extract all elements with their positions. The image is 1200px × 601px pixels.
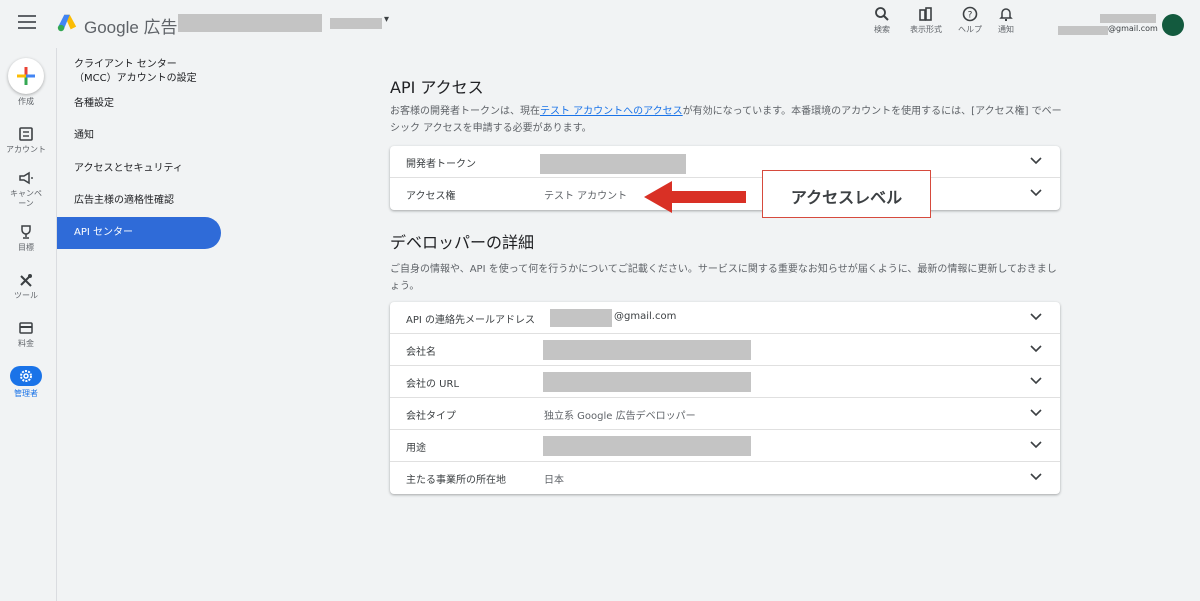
rail-item-tools[interactable]: ツール bbox=[0, 272, 52, 301]
help-icon: ? bbox=[962, 6, 978, 22]
developer-details-description: ご自身の情報や、API を使って何を行うかについてご記載ください。サービスに関す… bbox=[390, 264, 1057, 292]
sidebar-item-preferences[interactable]: 各種設定 bbox=[57, 97, 221, 111]
sidebar-item-access-security[interactable]: アクセスとセキュリティ bbox=[57, 162, 221, 176]
rail-item-account[interactable]: アカウント bbox=[0, 126, 52, 155]
google-ads-logo bbox=[57, 14, 77, 32]
billing-icon bbox=[19, 322, 33, 334]
tools-icon bbox=[20, 274, 32, 287]
svg-text:?: ? bbox=[968, 11, 973, 21]
megaphone-icon bbox=[19, 171, 33, 185]
developer-details-title: デベロッパーの詳細 bbox=[390, 233, 535, 252]
developer-token-label: 開発者トークン bbox=[406, 159, 476, 170]
chevron-down-icon[interactable] bbox=[1030, 189, 1042, 197]
create-label: 作成 bbox=[18, 97, 34, 106]
account-dropdown-icon[interactable]: ▾ bbox=[384, 14, 389, 25]
developer-token-row[interactable]: 開発者トークン bbox=[390, 146, 1060, 178]
rail-item-label: アカウント bbox=[6, 145, 46, 154]
appearance-icon bbox=[919, 7, 932, 21]
rail-item-label: ツール bbox=[14, 291, 38, 300]
user-email-suffix: @gmail.com bbox=[1108, 24, 1158, 33]
company-type-label: 会社タイプ bbox=[406, 411, 456, 422]
access-level-label: アクセス権 bbox=[406, 191, 456, 202]
create-button[interactable] bbox=[8, 58, 44, 94]
access-level-value: テスト アカウント bbox=[544, 191, 628, 202]
user-email-redacted bbox=[1058, 26, 1108, 35]
sidebar-item-api-center[interactable]: API センター bbox=[57, 217, 221, 249]
company-type-value: 独立系 Google 広告デベロッパー bbox=[544, 411, 696, 422]
chevron-down-icon[interactable] bbox=[1030, 345, 1042, 353]
avatar[interactable] bbox=[1162, 14, 1184, 36]
rail-item-label: 目標 bbox=[18, 243, 34, 252]
trophy-icon bbox=[21, 225, 31, 239]
annotation-arrow bbox=[644, 181, 746, 213]
company-name-row[interactable]: 会社名 bbox=[390, 334, 1060, 366]
account-icon bbox=[19, 127, 33, 141]
notifications-button[interactable]: 通知 bbox=[984, 6, 1028, 35]
company-url-row[interactable]: 会社の URL bbox=[390, 366, 1060, 398]
desc-text: お客様の開発者トークンは、現在 bbox=[390, 106, 540, 117]
account-name-redacted[interactable] bbox=[178, 14, 322, 32]
email-local-redacted bbox=[550, 309, 612, 327]
chevron-down-icon[interactable] bbox=[1030, 157, 1042, 165]
developer-token-redacted bbox=[540, 154, 686, 174]
account-id-redacted[interactable] bbox=[330, 18, 382, 29]
sidebar-item-notifications[interactable]: 通知 bbox=[57, 129, 221, 143]
chevron-down-icon[interactable] bbox=[1030, 441, 1042, 449]
search-button[interactable]: 検索 bbox=[860, 6, 904, 35]
usage-label: 用途 bbox=[406, 443, 426, 454]
left-rail: 作成 アカウント キャンペーン 目標 ツール 料金 管理者 bbox=[0, 48, 52, 601]
company-name-label: 会社名 bbox=[406, 347, 436, 358]
search-label: 検索 bbox=[874, 25, 890, 34]
api-access-title: API アクセス bbox=[390, 78, 484, 97]
chevron-down-icon[interactable] bbox=[1030, 313, 1042, 321]
annotation-text: アクセスレベル bbox=[790, 188, 903, 207]
api-contact-email-value: @gmail.com bbox=[614, 311, 677, 322]
chevron-down-icon[interactable] bbox=[1030, 409, 1042, 417]
brand-title: Google 広告 bbox=[84, 18, 178, 37]
chevron-down-icon[interactable] bbox=[1030, 473, 1042, 481]
company-url-label: 会社の URL bbox=[406, 379, 460, 390]
bell-icon bbox=[999, 8, 1013, 21]
search-icon bbox=[875, 7, 889, 21]
company-type-row[interactable]: 会社タイプ 独立系 Google 広告デベロッパー bbox=[390, 398, 1060, 430]
chevron-down-icon[interactable] bbox=[1030, 377, 1042, 385]
business-location-label: 主たる事業所の所在地 bbox=[406, 475, 506, 486]
business-location-row[interactable]: 主たる事業所の所在地 日本 bbox=[390, 462, 1060, 494]
gear-icon bbox=[20, 370, 32, 382]
api-access-description: お客様の開発者トークンは、現在テスト アカウントへのアクセスが有効になっています… bbox=[390, 103, 1062, 137]
annotation-callout: アクセスレベル bbox=[762, 170, 931, 218]
company-name-redacted bbox=[543, 340, 751, 360]
rail-item-billing[interactable]: 料金 bbox=[0, 320, 52, 349]
rail-item-label: 料金 bbox=[18, 339, 34, 348]
api-contact-email-label: API の連絡先メールアドレス bbox=[406, 315, 535, 326]
api-contact-email-row[interactable]: API の連絡先メールアドレス @gmail.com bbox=[390, 302, 1060, 334]
rail-item-label: キャンペーン bbox=[10, 189, 42, 208]
appearance-button[interactable]: 表示形式 bbox=[904, 6, 948, 35]
usage-redacted bbox=[543, 436, 751, 456]
developer-details-card: API の連絡先メールアドレス @gmail.com 会社名 会社の URL 会… bbox=[390, 302, 1060, 494]
business-location-value: 日本 bbox=[544, 475, 564, 486]
top-bar: Google 広告 ▾ 検索 表示形式 ? ヘルプ 通知 @gmail.com bbox=[0, 0, 1200, 48]
plus-icon bbox=[17, 67, 35, 85]
sidebar-item-mcc-settings[interactable]: クライアント センター （MCC）アカウントの設定 bbox=[57, 58, 221, 86]
appearance-label: 表示形式 bbox=[910, 25, 942, 34]
rail-item-goals[interactable]: 目標 bbox=[0, 224, 52, 253]
usage-row[interactable]: 用途 bbox=[390, 430, 1060, 462]
company-url-redacted bbox=[543, 372, 751, 392]
rail-item-campaign[interactable]: キャンペーン bbox=[0, 170, 52, 209]
rail-item-label: 管理者 bbox=[14, 389, 38, 398]
user-name-redacted bbox=[1100, 14, 1156, 23]
test-account-access-link[interactable]: テスト アカウントへのアクセス bbox=[540, 106, 683, 117]
hamburger-menu-icon[interactable] bbox=[18, 15, 36, 33]
notifications-label: 通知 bbox=[998, 25, 1014, 34]
rail-item-admin[interactable]: 管理者 bbox=[0, 366, 52, 399]
sidebar-item-advertiser-verification[interactable]: 広告主様の適格性確認 bbox=[57, 194, 221, 208]
admin-sidebar: クライアント センター （MCC）アカウントの設定 各種設定 通知 アクセスとセ… bbox=[56, 48, 236, 601]
